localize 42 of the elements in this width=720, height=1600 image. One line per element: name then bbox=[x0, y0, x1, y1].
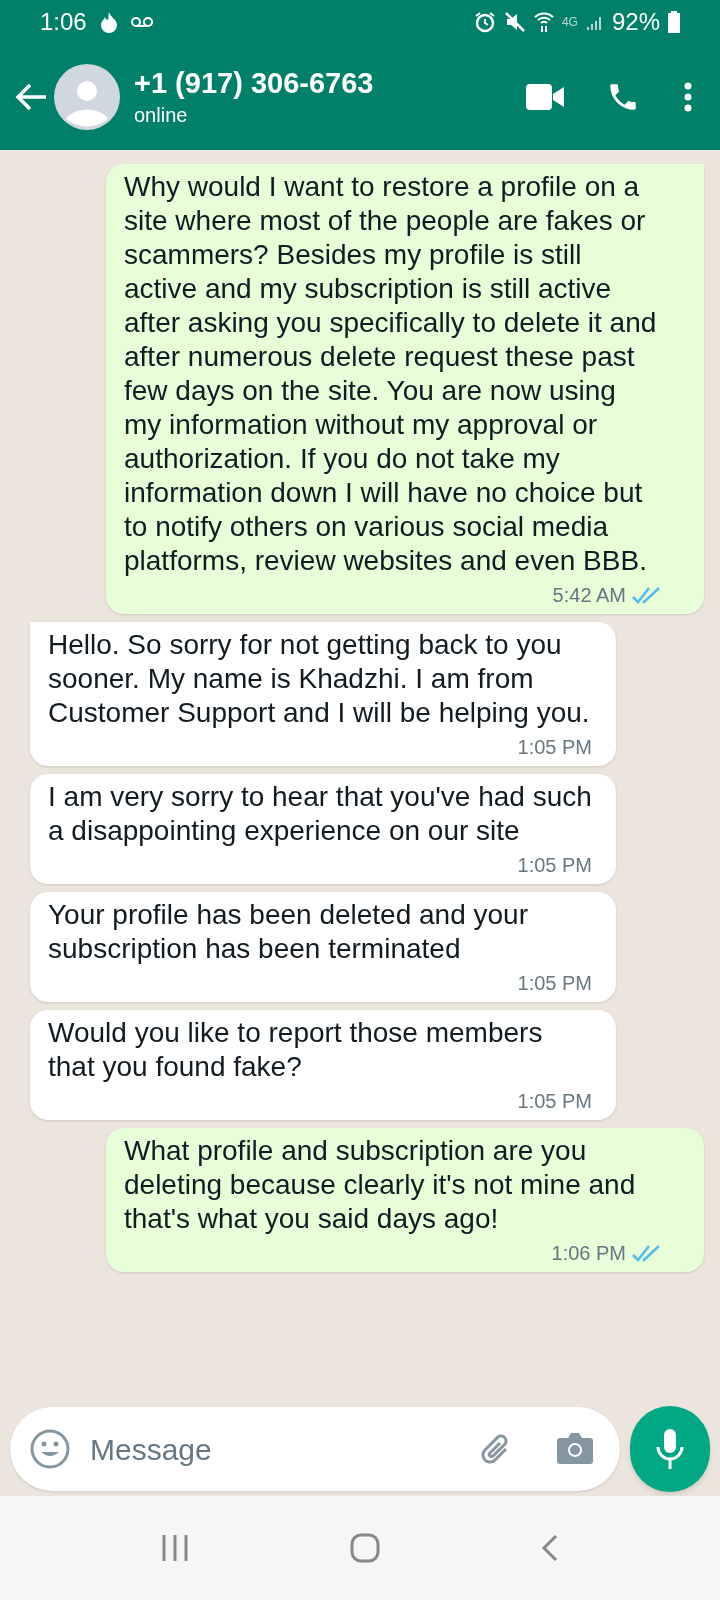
battery-icon bbox=[668, 11, 680, 33]
home-icon[interactable] bbox=[350, 1533, 380, 1563]
incoming-message-bubble[interactable]: Would you like to report those members that you found fake? 1:05 PM bbox=[30, 1010, 616, 1120]
message-field[interactable]: Message bbox=[10, 1407, 620, 1491]
message-text: Your profile has been deleted and your subscription has been terminated bbox=[48, 898, 529, 966]
message-time: 1:05 PM bbox=[517, 853, 592, 878]
recent-apps-icon[interactable] bbox=[160, 1534, 189, 1562]
battery-percent: 92% bbox=[611, 7, 660, 37]
message-text: Hello. So sorry for not getting back to you sooner. My name is Khadzhi. I am from Customer Support and I will be helping you. bbox=[48, 628, 591, 730]
incoming-message-bubble[interactable]: Your profile has been deleted and your subscription has been terminated 1:05 PM bbox=[30, 892, 616, 1002]
message-time: 1:05 PM bbox=[517, 971, 592, 996]
message-time: 1:05 PM bbox=[517, 735, 592, 760]
message-input[interactable]: Message bbox=[90, 1426, 476, 1472]
voicemail-icon bbox=[130, 16, 153, 28]
status-time: 1:06 bbox=[40, 7, 87, 37]
microphone-button[interactable] bbox=[630, 1406, 710, 1492]
camera-icon[interactable] bbox=[556, 1432, 594, 1466]
emoji-icon[interactable] bbox=[30, 1429, 70, 1469]
message-text: Would you like to report those members that you found fake? bbox=[48, 1016, 544, 1084]
message-time: 1:06 PM bbox=[551, 1241, 626, 1266]
presence-status: online bbox=[134, 103, 189, 128]
video-call-icon[interactable] bbox=[526, 84, 564, 110]
avatar[interactable] bbox=[54, 64, 120, 130]
message-text: Why would I want to restore a profile on a site where most of the people are fakes or scammers? Besides my profile is still active and my subscription is still active after asking you specifically to delete it and after numerous delete request these past few days on the site. You are now using my information without my approval or authorization. If you do not take my information down I will have no choice but to notify others on various social media platforms, review websites and even BBB. bbox=[124, 170, 658, 578]
more-options-icon[interactable] bbox=[684, 82, 692, 112]
message-time: 5:42 AM bbox=[552, 583, 626, 608]
flame-icon bbox=[98, 11, 119, 33]
message-text: What profile and subscription are you deleting because clearly it's not mine and that's what you said days ago! bbox=[124, 1134, 637, 1236]
back-arrow-icon[interactable] bbox=[14, 82, 48, 112]
wifi-icon bbox=[533, 11, 554, 33]
message-text: I am very sorry to hear that you've had such a disappointing experience on our site bbox=[48, 780, 592, 848]
outgoing-message-bubble[interactable]: What profile and subscription are you deleting because clearly it's not mine and that's what you said days ago! 1:06 PM bbox=[106, 1128, 704, 1272]
incoming-message-bubble[interactable]: I am very sorry to hear that you've had such a disappointing experience on our site 1:05 PM bbox=[30, 774, 616, 884]
network-label: 4G bbox=[561, 14, 578, 31]
mute-icon bbox=[503, 11, 526, 33]
message-time: 1:05 PM bbox=[517, 1089, 592, 1114]
contact-name[interactable]: +1 (917) 306-6763 bbox=[134, 65, 526, 101]
alarm-icon bbox=[473, 11, 496, 33]
incoming-message-bubble[interactable]: Hello. So sorry for not getting back to you sooner. My name is Khadzhi. I am from Customer Support and I will be helping you. 1:05 PM bbox=[30, 622, 616, 766]
outgoing-message-bubble[interactable] bbox=[106, 164, 704, 614]
microphone-icon bbox=[655, 1429, 685, 1469]
back-icon[interactable] bbox=[541, 1534, 560, 1562]
